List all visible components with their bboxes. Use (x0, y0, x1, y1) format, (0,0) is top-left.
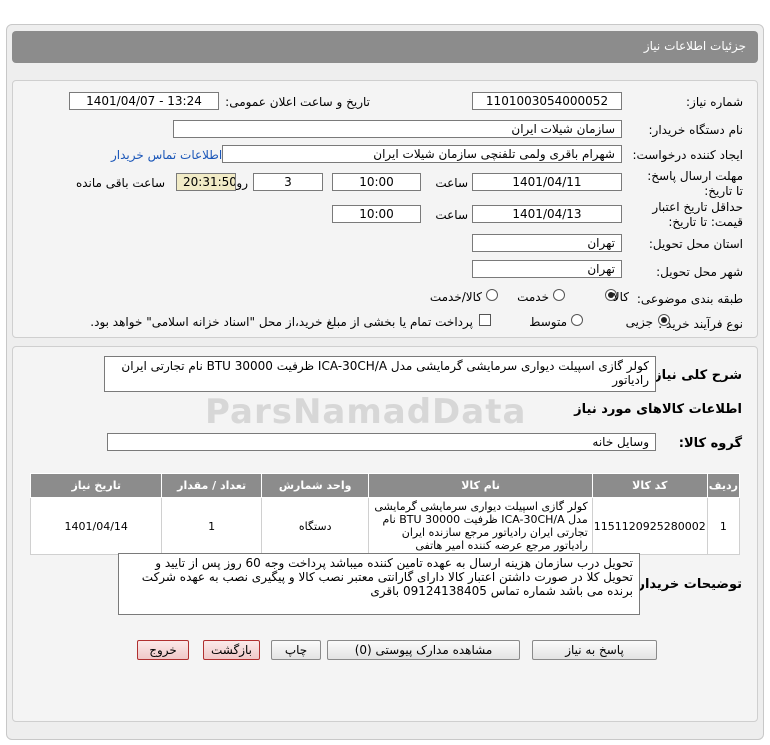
category-option-goods: کالا (612, 290, 629, 304)
buyer-org-label: نام دستگاه خریدار: (648, 123, 744, 137)
row-code: 1151120925280002 (591, 497, 708, 555)
buyer-org-field: سازمان شیلات ایران (173, 120, 622, 138)
row-name: کولر گازی اسپیلت دیواری سرمایشی گرمایشی … (368, 497, 593, 555)
header-bar: جزئیات اطلاعات نیاز (12, 31, 758, 63)
row-date: 1401/04/14 (29, 497, 163, 555)
table-row: 1 1151120925280002 کولر گازی اسپیلت دیوا… (29, 497, 741, 555)
category-radio-service[interactable] (553, 289, 565, 301)
remaining-label: ساعت باقی مانده (75, 176, 165, 190)
col-date: تاریخ نیاز (29, 473, 163, 498)
goods-group-field: وسایل خانه (107, 433, 656, 451)
col-qty: تعداد / مقدار (161, 473, 262, 498)
process-radio-minor[interactable] (658, 314, 670, 326)
summary-label: شرح کلی نیاز: (648, 368, 742, 383)
process-label: نوع فرآیند خرید : (658, 317, 743, 331)
requester-label: ایجاد کننده درخواست: (632, 148, 743, 162)
deadline-time-label: ساعت (435, 176, 468, 190)
row-index: 1 (706, 497, 741, 555)
delivery-city-field: تهران (472, 260, 622, 278)
category-radio-goods-service[interactable] (486, 289, 498, 301)
deadline-label: مهلت ارسال پاسخ: تا تاریخ: (647, 169, 743, 198)
col-code: کد کالا (591, 473, 708, 498)
validity-date-field: 1401/04/13 (472, 205, 622, 223)
remaining-time-field: 20:31:50 (176, 173, 236, 191)
process-option-minor: جزیی (625, 315, 653, 329)
buyer-notes-text: تحویل درب سازمان هزینه ارسال به عهده تام… (118, 553, 640, 615)
summary-text: کولر گازی اسپیلت دیواری سرمایشی گرمایشی … (104, 356, 656, 392)
category-option-service: خدمت (517, 290, 549, 304)
table-header-row: ردیف کد کالا نام کالا واحد شمارش تعداد /… (29, 473, 741, 498)
deadline-time-field: 10:00 (332, 173, 421, 191)
validity-time-field: 10:00 (332, 205, 421, 223)
goods-group-label: گروه کالا: (678, 436, 742, 451)
days-field: 3 (253, 173, 323, 191)
back-button[interactable]: بازگشت (203, 640, 260, 660)
exit-button[interactable]: خروج (137, 640, 189, 660)
col-index: ردیف (706, 473, 741, 498)
reply-button[interactable]: پاسخ به نیاز (532, 640, 657, 660)
payment-note: پرداخت تمام یا بخشی از مبلغ خرید،از محل … (90, 315, 473, 329)
category-label: طبقه بندی موضوعی: (636, 292, 743, 306)
goods-table: ردیف کد کالا نام کالا واحد شمارش تعداد /… (29, 473, 741, 555)
col-name: نام کالا (368, 473, 593, 498)
announce-field: 1401/04/07 - 13:24 (69, 92, 219, 110)
requester-field: شهرام باقری ولمی تلفنچی سازمان شیلات ایر… (222, 145, 622, 163)
goods-info-title: اطلاعات کالاهای مورد نیاز (574, 402, 742, 417)
validity-time-label: ساعت (435, 208, 468, 222)
delivery-province-field: تهران (472, 234, 622, 252)
print-button[interactable]: چاپ (271, 640, 321, 660)
attachments-button[interactable]: مشاهده مدارک پیوستی (0) (327, 640, 520, 660)
need-number-field: 1101003054000052 (472, 92, 622, 110)
payment-treasury-checkbox[interactable] (479, 314, 491, 326)
delivery-province-label: استان محل تحویل: (648, 237, 743, 251)
col-unit: واحد شمارش (260, 473, 370, 498)
process-option-medium: متوسط (529, 315, 567, 329)
process-radio-medium[interactable] (571, 314, 583, 326)
deadline-date-field: 1401/04/11 (472, 173, 622, 191)
category-option-goods-service: کالا/خدمت (429, 290, 482, 304)
row-qty: 1 (161, 497, 262, 555)
need-number-label: شماره نیاز: (686, 95, 743, 109)
row-unit: دستگاه (260, 497, 370, 555)
announce-label: تاریخ و ساعت اعلان عمومی: (225, 95, 370, 109)
page-title: جزئیات اطلاعات نیاز (643, 39, 746, 53)
delivery-city-label: شهر محل تحویل: (656, 265, 743, 279)
buyer-contact-link[interactable]: اطلاعات تماس خریدار (111, 148, 222, 162)
buyer-notes-label: توضیحات خریدار: (632, 577, 742, 592)
validity-label: حداقل تاریخ اعتبار قیمت: تا تاریخ: (652, 200, 743, 229)
